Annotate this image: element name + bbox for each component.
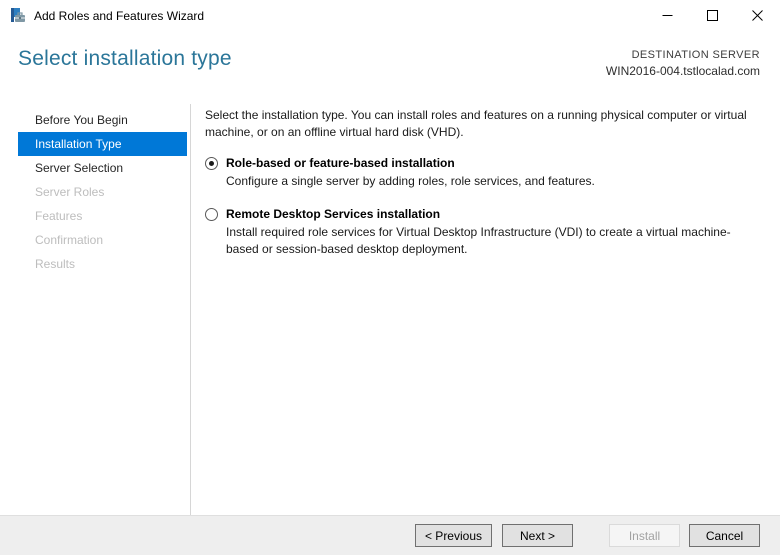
option-description-role-based: Configure a single server by adding role… [226, 173, 757, 190]
minimize-icon[interactable] [645, 0, 690, 30]
option-remote-desktop: Remote Desktop Services installation Ins… [205, 207, 757, 258]
title-bar: Add Roles and Features Wizard [0, 0, 780, 31]
sidebar-item-results: Results [18, 252, 187, 276]
destination-block: DESTINATION SERVER WIN2016-004.tstlocala… [606, 49, 760, 78]
intro-text: Select the installation type. You can in… [205, 107, 757, 141]
footer-button-bar: < Previous Next > Install Cancel [0, 515, 780, 555]
cancel-button[interactable]: Cancel [689, 524, 760, 547]
option-label-remote-desktop[interactable]: Remote Desktop Services installation [226, 207, 440, 221]
destination-server-name: WIN2016-004.tstlocalad.com [606, 64, 760, 78]
radio-remote-desktop-installation[interactable] [205, 208, 218, 221]
destination-server-label: DESTINATION SERVER [606, 49, 760, 61]
main-content: Select the installation type. You can in… [205, 107, 757, 275]
radio-role-based-installation[interactable] [205, 157, 218, 170]
sidebar-item-features: Features [18, 204, 187, 228]
previous-button[interactable]: < Previous [415, 524, 492, 547]
sidebar-item-before-you-begin[interactable]: Before You Begin [18, 108, 187, 132]
sidebar-divider [190, 104, 191, 515]
option-label-role-based[interactable]: Role-based or feature-based installation [226, 156, 455, 170]
install-button: Install [609, 524, 680, 547]
sidebar-item-server-selection[interactable]: Server Selection [18, 156, 187, 180]
option-description-remote-desktop: Install required role services for Virtu… [226, 224, 757, 258]
sidebar-item-installation-type[interactable]: Installation Type [18, 132, 187, 156]
option-role-based: Role-based or feature-based installation… [205, 156, 757, 190]
server-manager-toolbox-icon [10, 8, 26, 24]
page-title: Select installation type [18, 47, 232, 71]
sidebar-item-server-roles: Server Roles [18, 180, 187, 204]
window-title: Add Roles and Features Wizard [34, 9, 204, 23]
next-button[interactable]: Next > [502, 524, 573, 547]
sidebar-item-confirmation: Confirmation [18, 228, 187, 252]
maximize-icon[interactable] [690, 0, 735, 30]
close-icon[interactable] [735, 0, 780, 30]
caption-buttons [645, 0, 780, 30]
wizard-steps-sidebar: Before You Begin Installation Type Serve… [18, 108, 187, 276]
